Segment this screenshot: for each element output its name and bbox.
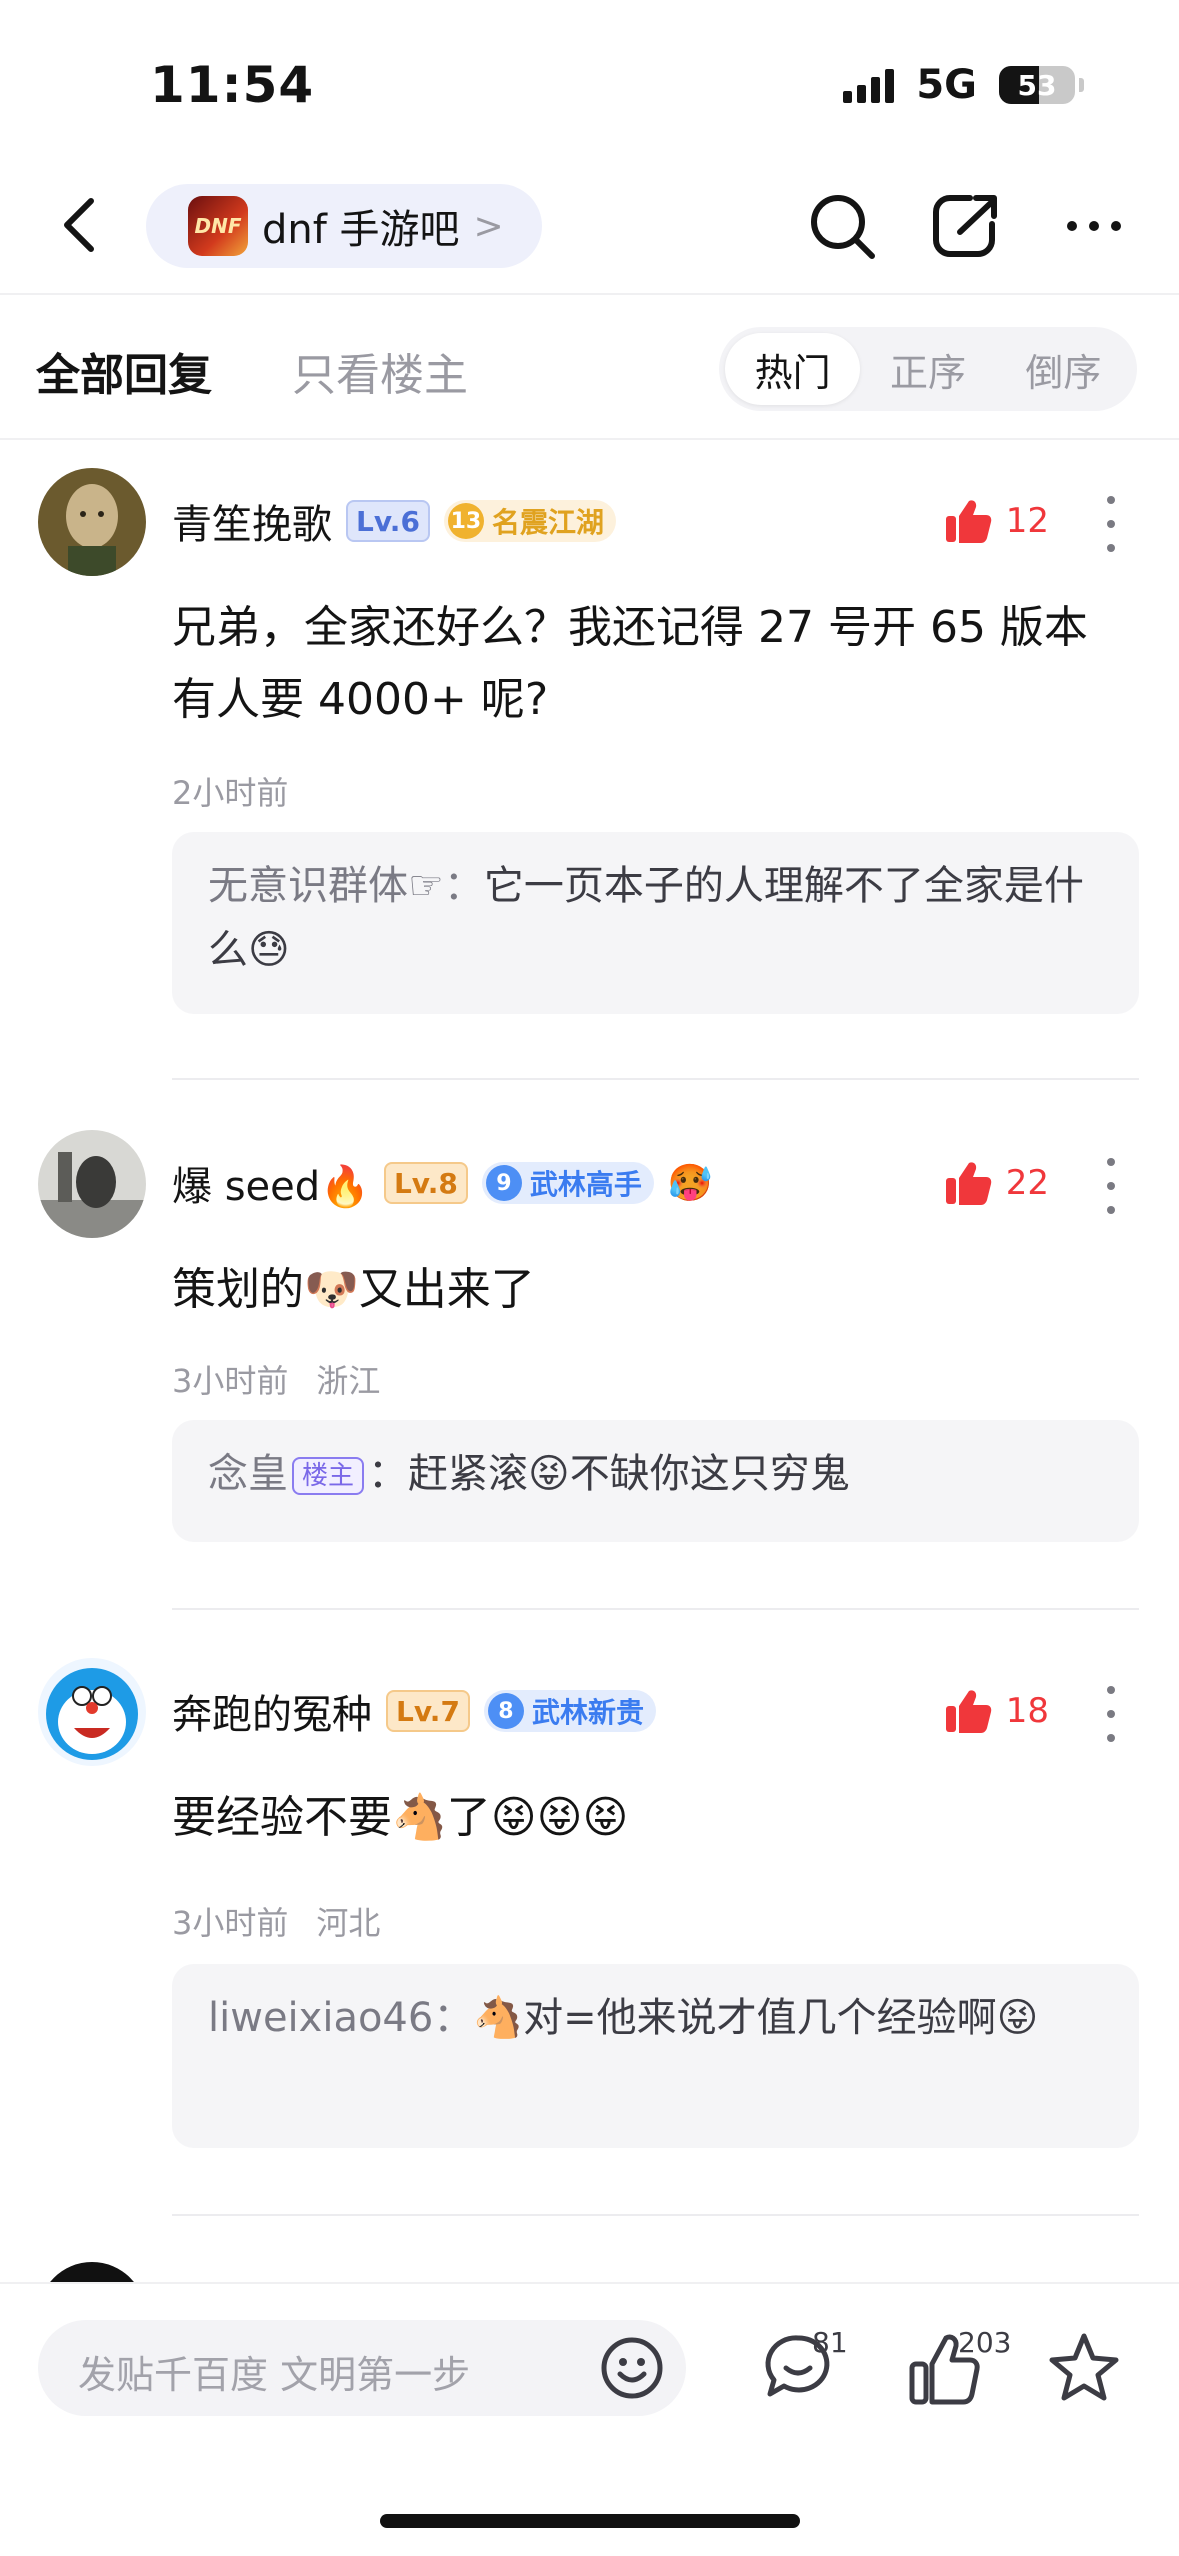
- emoji-badge: 🥵: [667, 1163, 713, 1204]
- reply-preview[interactable]: 念皇 楼主 ：赶紧滚😝不缺你这只穷鬼: [172, 1420, 1139, 1542]
- reply-preview[interactable]: liweixiao46：🐴对=他来说才值几个经验啊😝: [172, 1964, 1139, 2148]
- comment-time: 3小时前: [172, 1362, 289, 1400]
- like-count: 18: [1005, 1691, 1049, 1731]
- avatar[interactable]: [38, 1658, 146, 1766]
- user-name[interactable]: 奔跑的冤种: [172, 1682, 372, 1740]
- signal-icon: [843, 67, 895, 103]
- title-badge: 13 名震江湖: [443, 500, 616, 542]
- comment-location: 河北: [316, 1904, 381, 1942]
- like-count: 22: [1005, 1163, 1049, 1203]
- like-count: 12: [1005, 501, 1049, 541]
- title-badge: 8 武林新贵: [483, 1690, 656, 1732]
- battery-icon: 53: [999, 66, 1075, 104]
- sort-hot[interactable]: 热门: [725, 333, 861, 405]
- rank-icon: 9: [485, 1165, 522, 1201]
- divider: [172, 1608, 1139, 1610]
- filter-bar: 全部回复 只看楼主 热门 正序 倒序: [0, 297, 1179, 440]
- reply-text: 赶紧滚😝不缺你这只穷鬼: [408, 1451, 850, 1497]
- search-button[interactable]: [806, 190, 878, 262]
- reply-author[interactable]: liweixiao46：: [208, 1995, 473, 2041]
- comment-location: 浙江: [316, 1362, 381, 1400]
- user-name[interactable]: 爆 seed🔥: [172, 1154, 370, 1212]
- comment-item: 爆 seed🔥 Lv.8 9 武林高手 🥵 22 策划的🐶又出来了 3小时前 浙…: [0, 1130, 1179, 1610]
- title-label: 武林高手: [529, 1168, 642, 1201]
- like-button[interactable]: 22: [944, 1160, 1049, 1206]
- reply-preview[interactable]: 无意识群体☞：它一页本子的人理解不了全家是什么😓: [172, 832, 1139, 1014]
- home-indicator: [380, 2514, 800, 2528]
- comment-header: 青笙挽歌 Lv.6 13 名震江湖: [172, 486, 616, 556]
- share-icon: [933, 195, 997, 257]
- more-horizontal-icon: [1067, 221, 1121, 231]
- divider: [172, 2214, 1139, 2216]
- comment-item: 青笙挽歌 Lv.6 13 名震江湖 12 兄弟，全家还好么？我还记得 27 号开…: [0, 468, 1179, 1078]
- comment-count: 81: [812, 2326, 848, 2359]
- reply-author[interactable]: 无意识群体☞：: [208, 863, 484, 909]
- forum-name: dnf 手游吧: [262, 207, 460, 253]
- nav-bar: DNF dnf 手游吧 >: [0, 150, 1179, 295]
- emoji-button[interactable]: [600, 2336, 664, 2404]
- back-arrow-icon: [64, 198, 94, 252]
- like-post-count: 203: [958, 2326, 1012, 2359]
- status-time: 11:54: [150, 56, 315, 114]
- smiley-icon: [601, 2337, 663, 2399]
- compose-placeholder: 发贴千百度 文明第一步: [78, 2353, 471, 2397]
- comment-meta: 3小时前 河北: [172, 1898, 380, 1944]
- back-button[interactable]: [55, 195, 105, 255]
- sort-toggle: 热门 正序 倒序: [719, 327, 1137, 411]
- share-button[interactable]: [930, 190, 1002, 262]
- favorite-button[interactable]: [1046, 2328, 1122, 2408]
- thumbs-up-icon: [945, 1162, 991, 1205]
- level-badge: Lv.7: [386, 1690, 470, 1732]
- title-label: 武林新贵: [531, 1696, 644, 1729]
- title-label: 名震江湖: [491, 506, 604, 539]
- owner-tag: 楼主: [292, 1457, 365, 1495]
- thumbs-up-icon: [945, 1690, 991, 1733]
- comment-body: 策划的🐶又出来了: [172, 1264, 535, 1315]
- avatar[interactable]: [38, 468, 146, 576]
- forum-logo: DNF: [188, 196, 248, 256]
- reply-text: 🐴对=他来说才值几个经验啊😝: [473, 1995, 1039, 2041]
- tab-all-replies[interactable]: 全部回复: [36, 339, 212, 403]
- rank-icon: 8: [487, 1693, 524, 1729]
- sort-ascending[interactable]: 正序: [860, 333, 995, 405]
- comment-body: 兄弟，全家还好么？我还记得 27 号开 65 版本有人要 4000+ 呢?: [172, 602, 1088, 725]
- reply-author[interactable]: 念皇: [208, 1451, 288, 1497]
- comment-header: 奔跑的冤种 Lv.7 8 武林新贵: [172, 1676, 656, 1746]
- star-icon: [1049, 2333, 1119, 2401]
- rank-icon: 13: [447, 503, 484, 539]
- comment-time: 3小时前: [172, 1904, 289, 1942]
- title-badge: 9 武林高手: [481, 1162, 654, 1204]
- divider: [172, 1078, 1139, 1080]
- status-bar: 11:54 5G 53: [0, 0, 1179, 150]
- avatar[interactable]: [38, 1130, 146, 1238]
- like-button[interactable]: 12: [944, 498, 1049, 544]
- search-icon: [811, 195, 875, 259]
- comment-item: 奔跑的冤种 Lv.7 8 武林新贵 18 要经验不要🐴了😝😝😝 3小时前 河北 …: [0, 1658, 1179, 2218]
- chevron-right-icon: >: [473, 205, 504, 247]
- comment-more-icon[interactable]: [1101, 496, 1121, 552]
- network-label: 5G: [916, 62, 977, 108]
- comment-time: 2小时前: [172, 774, 289, 812]
- status-indicators: 5G 53: [843, 62, 1084, 108]
- battery-level: 53: [1017, 68, 1057, 102]
- level-badge: Lv.8: [383, 1162, 468, 1204]
- comment-more-icon[interactable]: [1101, 1158, 1121, 1214]
- comment-more-icon[interactable]: [1101, 1686, 1121, 1742]
- comment-meta: 2小时前: [172, 768, 288, 814]
- compose-input[interactable]: 发贴千百度 文明第一步: [38, 2320, 686, 2416]
- more-button[interactable]: [1058, 190, 1130, 262]
- level-badge: Lv.6: [346, 500, 430, 542]
- sort-descending[interactable]: 倒序: [996, 333, 1131, 405]
- user-name[interactable]: 青笙挽歌: [172, 492, 332, 550]
- thumbs-up-icon: [945, 500, 991, 543]
- comment-body: 要经验不要🐴了😝😝😝: [172, 1792, 629, 1843]
- comment-meta: 3小时前 浙江: [172, 1356, 380, 1402]
- comment-header: 爆 seed🔥 Lv.8 9 武林高手 🥵: [172, 1148, 713, 1218]
- reply-separator: ：: [368, 1451, 409, 1497]
- forum-link[interactable]: DNF dnf 手游吧 >: [146, 184, 542, 268]
- tab-owner-only[interactable]: 只看楼主: [292, 339, 468, 403]
- like-button[interactable]: 18: [944, 1688, 1049, 1734]
